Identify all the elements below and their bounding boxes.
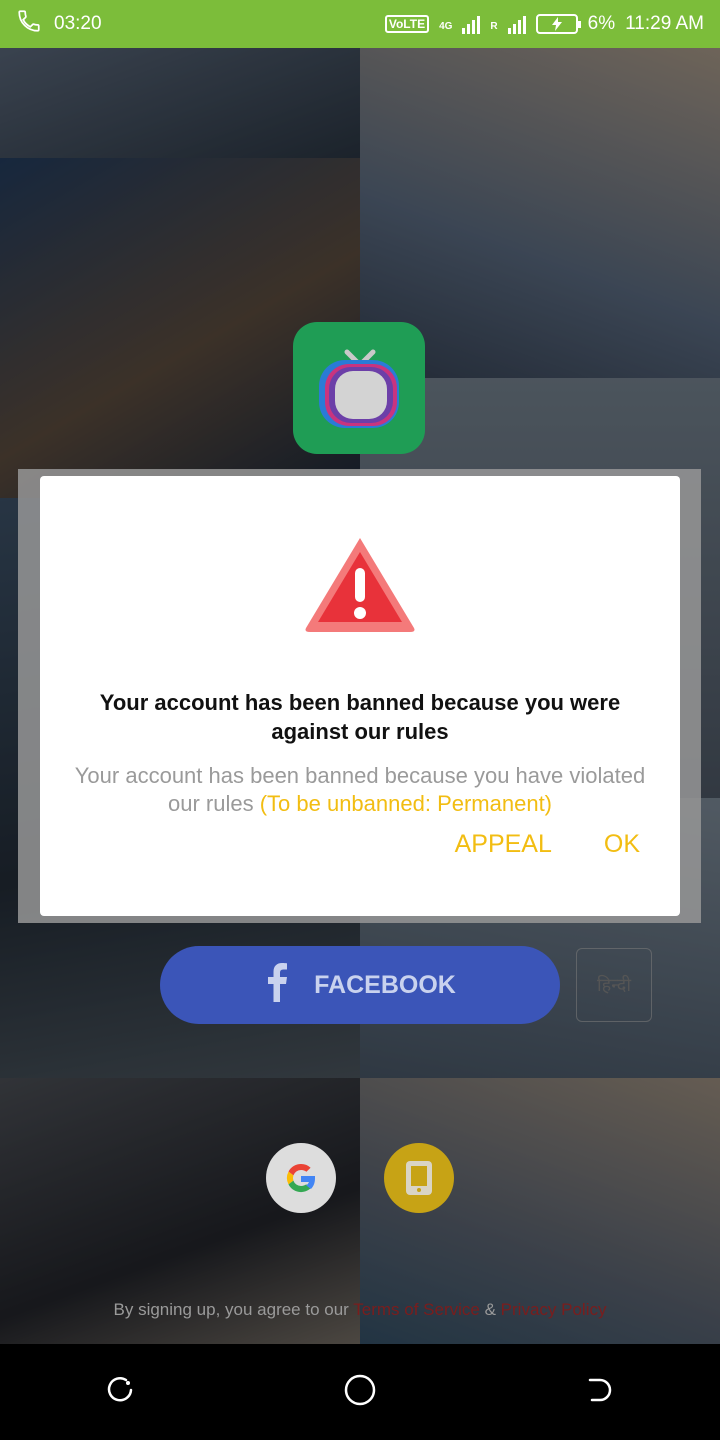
dialog-message: Your account has been banned because you… xyxy=(60,762,660,818)
facebook-label: FACEBOOK xyxy=(314,970,456,999)
signal-icon xyxy=(462,14,481,34)
dialog-actions: APPEAL OK xyxy=(60,830,640,859)
volte-badge: VoLTE xyxy=(384,15,430,33)
privacy-policy-link[interactable]: Privacy Policy xyxy=(501,1300,607,1319)
google-icon xyxy=(286,1163,315,1193)
battery-percent: 6% xyxy=(587,13,616,34)
language-toggle-button[interactable]: हिन्दी xyxy=(576,948,652,1022)
battery-icon xyxy=(535,14,581,34)
clock: 11:29 AM xyxy=(625,13,704,34)
ok-button[interactable]: OK xyxy=(604,830,640,859)
language-label: हिन्दी xyxy=(596,975,631,995)
roaming-indicator: R xyxy=(490,21,498,32)
terms-prefix: By signing up, you agree to our xyxy=(113,1300,349,1319)
appeal-button[interactable]: APPEAL xyxy=(455,830,552,859)
warning-triangle-icon xyxy=(302,534,418,634)
home-icon[interactable] xyxy=(343,1373,377,1412)
network-type: 4G xyxy=(439,21,453,32)
recents-icon[interactable] xyxy=(104,1374,136,1411)
mobile-phone-icon xyxy=(406,1161,432,1195)
tv-icon xyxy=(319,349,399,428)
app-logo xyxy=(293,322,425,454)
terms-and: & xyxy=(484,1300,496,1319)
signal-icon-2 xyxy=(507,14,526,34)
phone-login-button[interactable] xyxy=(384,1143,454,1213)
terms-notice: By signing up, you agree to our Terms of… xyxy=(0,1300,720,1320)
facebook-icon xyxy=(264,962,288,1009)
google-login-button[interactable] xyxy=(266,1143,336,1213)
navigation-bar xyxy=(0,1344,720,1440)
back-icon[interactable] xyxy=(584,1374,616,1411)
facebook-login-button[interactable]: FACEBOOK xyxy=(160,946,560,1024)
status-bar: 03:20 VoLTE 4G R 6% 11:29 AM xyxy=(0,0,720,48)
dialog-message-highlight: (To be unbanned: Permanent) xyxy=(259,791,553,816)
phone-call-icon xyxy=(16,8,42,40)
dialog-title: Your account has been banned because you… xyxy=(99,690,621,744)
terms-of-service-link[interactable]: Terms of Service xyxy=(353,1300,480,1319)
call-timer: 03:20 xyxy=(54,13,102,34)
